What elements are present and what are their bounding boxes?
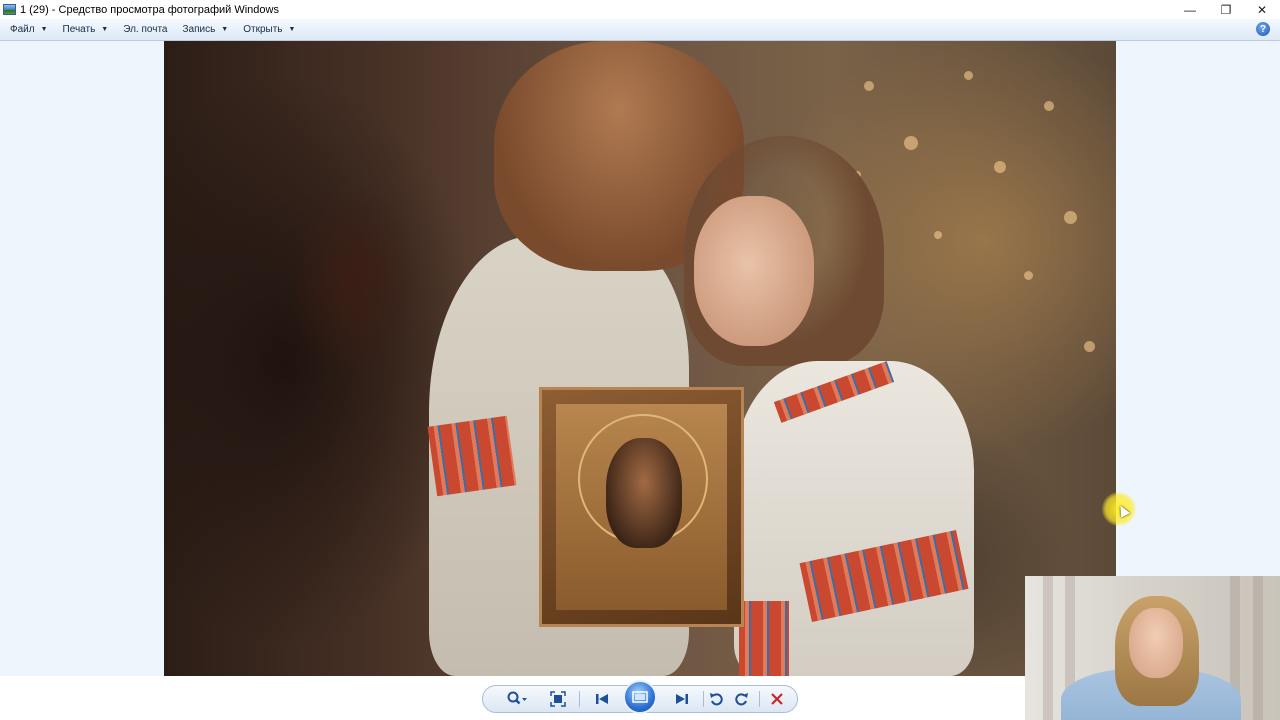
menu-burn[interactable]: Запись ▼ [172,19,233,41]
toolbar-separator [703,691,704,707]
icon-panel [556,404,727,610]
help-button[interactable]: ? [1256,22,1270,36]
bokeh-light [1044,101,1054,111]
magnifier-icon [507,691,527,705]
menu-email-label: Эл. почта [123,24,168,35]
menu-burn-label: Запись [182,24,216,35]
webcam-overlay [1025,576,1280,720]
title-bar: 1 (29) - Средство просмотра фотографий W… [0,0,1280,19]
chevron-down-icon: ▼ [221,26,229,33]
zoom-button[interactable] [501,686,533,712]
delete-x-icon [771,693,783,705]
bokeh-light [1064,211,1077,224]
actual-size-button[interactable] [545,686,571,712]
fit-to-window-icon [550,691,566,707]
menu-open[interactable]: Открыть ▼ [233,19,300,41]
rotate-counterclockwise-icon [710,693,723,706]
rotate-clockwise-icon [735,693,748,706]
slideshow-icon [632,691,648,703]
toolbar-separator [759,691,760,707]
menu-file-label: Файл [10,24,35,35]
bokeh-light [1024,271,1033,280]
icon-face [606,438,682,548]
bokeh-light [964,71,973,80]
toolbar-separator [579,691,580,707]
chevron-down-icon: ▼ [101,26,109,33]
bokeh-light [934,231,942,239]
window-title: 1 (29) - Средство просмотра фотографий W… [20,3,279,16]
delete-button[interactable] [765,686,789,712]
background-curtain [1043,576,1053,720]
rotate-cw-button[interactable] [731,686,753,712]
window-controls: — ❐ ✕ [1172,0,1280,19]
cuff-embroidery [739,601,789,676]
background-curtain [1253,576,1263,720]
rotate-ccw-button[interactable] [705,686,727,712]
next-button[interactable] [667,686,697,712]
skip-previous-icon [596,694,608,704]
menu-email[interactable]: Эл. почта [113,19,172,41]
bokeh-light [864,81,874,91]
bokeh-light [1084,341,1095,352]
minimize-button[interactable]: — [1172,0,1208,19]
younger-child-face [694,196,814,346]
menu-print-label: Печать [62,24,96,35]
restore-button[interactable]: ❐ [1208,0,1244,19]
menu-bar: Файл ▼ Печать ▼ Эл. почта Запись ▼ Откры… [0,19,1280,41]
help-icon: ? [1259,23,1267,35]
bokeh-light [994,161,1006,173]
menu-print[interactable]: Печать ▼ [53,19,114,41]
close-window-button[interactable]: ✕ [1244,0,1280,19]
previous-button[interactable] [587,686,617,712]
skip-next-icon [676,694,688,704]
menu-open-label: Открыть [243,24,283,35]
menu-file[interactable]: Файл ▼ [0,19,53,41]
chevron-down-icon: ▼ [288,26,296,33]
presenter-face [1129,608,1183,678]
bokeh-light [904,136,918,150]
sleeve-embroidery [427,415,517,497]
restore-icon: ❐ [1220,2,1232,17]
religious-icon-board [539,387,744,627]
minimize-icon: — [1184,2,1196,17]
close-icon: ✕ [1256,2,1268,17]
displayed-photo[interactable] [164,41,1116,676]
chevron-down-icon: ▼ [40,26,48,33]
photo-viewer-app-icon [3,4,16,15]
slideshow-button[interactable] [623,680,657,714]
